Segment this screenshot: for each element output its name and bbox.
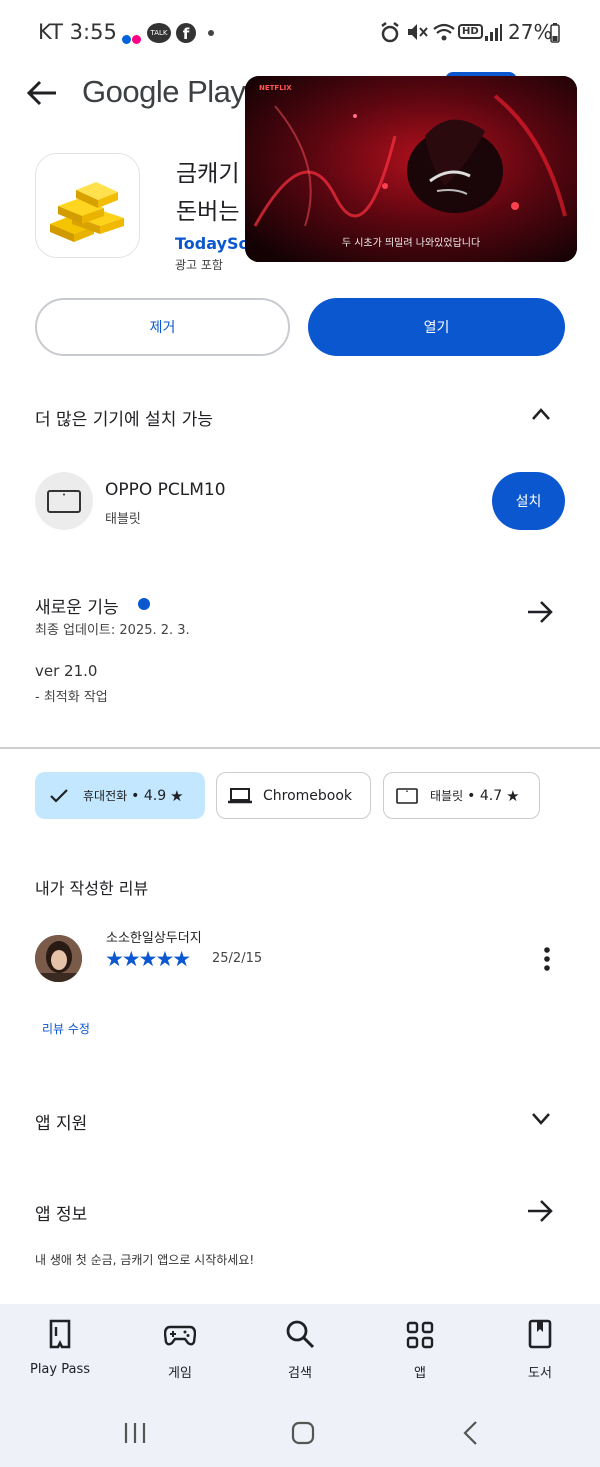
reviewer-photo bbox=[35, 935, 82, 982]
reviewer-name: 소소한일상두더지 bbox=[106, 931, 202, 946]
contains-ads-label: 광고 포함 bbox=[175, 258, 223, 272]
search-icon bbox=[286, 1320, 315, 1349]
video-subtitle: 두 시초가 띄밀려 나와있었답니다 bbox=[341, 238, 481, 249]
last-updated: 최종 업데이트: 2025. 2. 3. bbox=[35, 623, 190, 638]
chip-tablet[interactable]: 태블릿 • 4.7 ★ bbox=[383, 772, 540, 819]
svg-text:NETFLIX: NETFLIX bbox=[259, 84, 292, 92]
chevron-up-icon[interactable] bbox=[530, 406, 552, 422]
flickr-icon bbox=[122, 29, 141, 48]
facebook-icon: f bbox=[176, 23, 196, 43]
recent-apps-icon[interactable] bbox=[122, 1420, 148, 1446]
chevron-down-icon[interactable] bbox=[530, 1110, 552, 1126]
tablet-icon bbox=[47, 490, 81, 513]
app-description: 내 생애 첫 순금, 금캐기 앱으로 시작하세요! bbox=[35, 1253, 255, 1267]
install-button[interactable]: 설치 bbox=[492, 472, 565, 530]
battery-icon bbox=[550, 23, 560, 43]
more-options-icon[interactable] bbox=[542, 946, 552, 972]
more-devices-title: 더 많은 기기에 설치 가능 bbox=[35, 410, 214, 430]
review-stars: ★★★★★ bbox=[105, 947, 191, 971]
nav-games-label: 게임 bbox=[168, 1366, 192, 1381]
status-bar: KT 3:55 TALK f HD 27% bbox=[0, 0, 600, 64]
back-arrow-icon[interactable] bbox=[24, 78, 60, 108]
new-indicator-dot bbox=[138, 598, 150, 610]
open-button[interactable]: 열기 bbox=[308, 298, 565, 356]
status-time: KT 3:55 bbox=[38, 20, 117, 44]
star-icon: ★ bbox=[506, 786, 520, 805]
battery-percent: 27% bbox=[508, 20, 553, 44]
signal-icon bbox=[485, 24, 502, 41]
nav-play-pass-label: Play Pass bbox=[29, 1362, 90, 1377]
google-play-brand: Google Play bbox=[82, 74, 246, 109]
nav-books-label: 도서 bbox=[528, 1366, 552, 1381]
hd-icon: HD bbox=[458, 24, 483, 39]
device-name: OPPO PCLM10 bbox=[105, 480, 226, 500]
book-icon bbox=[528, 1319, 552, 1349]
mute-icon bbox=[408, 24, 428, 40]
app-icon bbox=[35, 153, 140, 258]
check-icon bbox=[50, 788, 68, 803]
uninstall-button[interactable]: 제거 bbox=[35, 298, 290, 356]
gold-bars-icon bbox=[50, 182, 124, 242]
section-divider bbox=[0, 747, 600, 749]
app-info-arrow-icon[interactable] bbox=[526, 1199, 554, 1223]
my-review-title: 내가 작성한 리뷰 bbox=[35, 879, 149, 898]
alarm-icon bbox=[381, 22, 399, 43]
chip-phone-label: 휴대전화 bbox=[83, 789, 128, 803]
home-icon[interactable] bbox=[290, 1420, 316, 1446]
nav-apps-label: 앱 bbox=[414, 1366, 426, 1381]
more-notifications-icon bbox=[208, 30, 214, 36]
chip-phone-rating: • 4.9 bbox=[131, 787, 167, 804]
whats-new-arrow-icon[interactable] bbox=[526, 600, 554, 624]
chip-tablet-label: 태블릿 bbox=[430, 789, 464, 803]
version-text: ver 21.0 bbox=[35, 662, 98, 680]
review-date: 25/2/15 bbox=[212, 951, 263, 966]
tablet-icon bbox=[396, 787, 418, 804]
nav-search-label: 검색 bbox=[288, 1366, 312, 1381]
app-info-title: 앱 정보 bbox=[35, 1205, 88, 1225]
device-type: 태블릿 bbox=[105, 512, 141, 527]
avatar bbox=[35, 935, 82, 982]
chip-tablet-rating: • 4.7 bbox=[467, 787, 503, 804]
update-note: - 최적화 작업 bbox=[35, 690, 108, 705]
edit-review-link[interactable]: 리뷰 수정 bbox=[42, 1020, 90, 1037]
gamepad-icon bbox=[164, 1325, 196, 1346]
kakaotalk-icon: TALK bbox=[147, 23, 171, 43]
whats-new-title: 새로운 기능 bbox=[35, 598, 119, 618]
chip-phone[interactable]: 휴대전화 • 4.9 ★ bbox=[35, 772, 205, 819]
app-support-title: 앱 지원 bbox=[35, 1114, 88, 1134]
apps-grid-icon bbox=[406, 1321, 434, 1349]
star-icon: ★ bbox=[170, 786, 184, 805]
tablet-device-icon-bg bbox=[35, 472, 93, 530]
laptop-icon bbox=[228, 787, 252, 803]
wifi-icon bbox=[433, 23, 455, 41]
chip-chromebook-label: Chromebook bbox=[263, 787, 353, 804]
system-back-icon[interactable] bbox=[460, 1420, 482, 1446]
video-player-overlay[interactable]: NETFLIX 두 시초가 띄밀려 나와있었답니다 bbox=[245, 76, 577, 262]
play-pass-icon bbox=[49, 1319, 71, 1349]
chip-chromebook[interactable]: Chromebook bbox=[216, 772, 371, 819]
